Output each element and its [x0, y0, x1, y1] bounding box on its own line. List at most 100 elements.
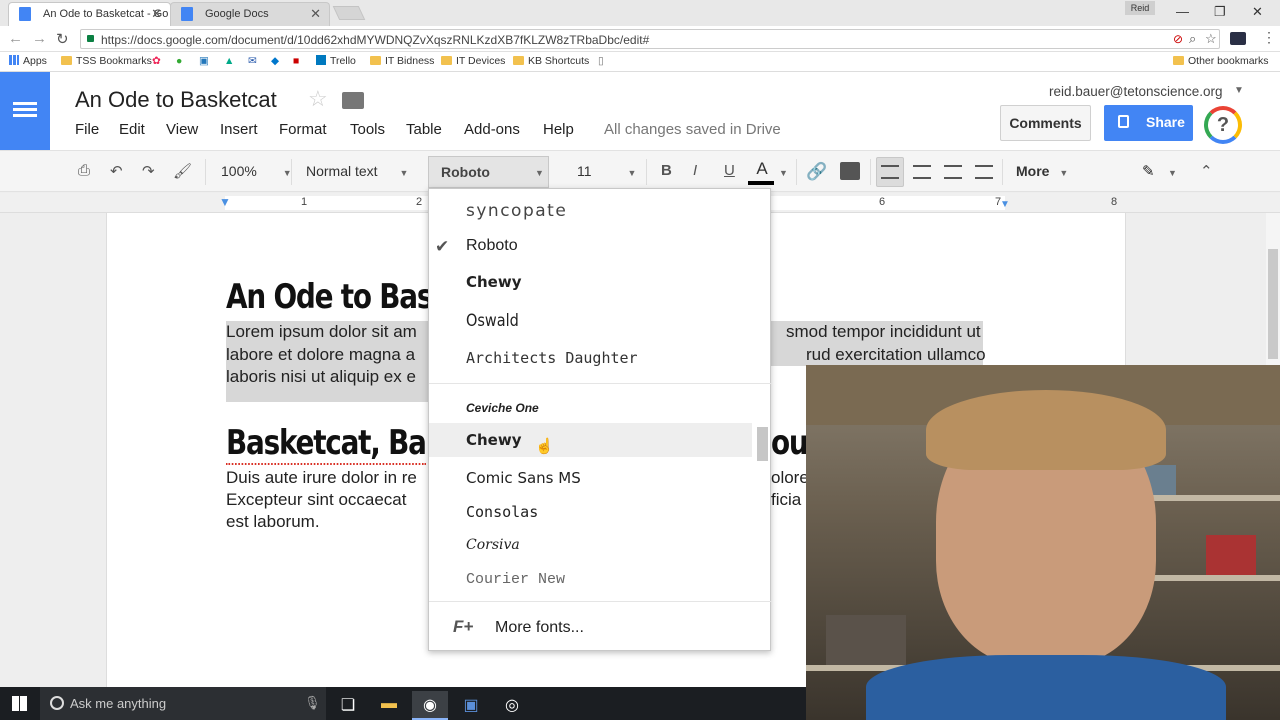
- bookmark-folder[interactable]: IT Bidness: [370, 55, 434, 67]
- account-email[interactable]: reid.bauer@tetonscience.org: [1049, 84, 1223, 99]
- obs-taskbar-icon[interactable]: ◎: [494, 691, 530, 720]
- paragraph-style-select[interactable]: Normal text ▼: [306, 163, 408, 179]
- forward-icon[interactable]: →: [32, 30, 47, 47]
- paragraph-1-line-2[interactable]: labore et dolore magna a: [226, 344, 415, 367]
- align-center-icon[interactable]: [913, 165, 931, 179]
- bookmark-folder[interactable]: KB Shortcuts: [513, 55, 589, 67]
- chevron-down-icon[interactable]: ▼: [1234, 85, 1244, 96]
- bold-button[interactable]: B: [661, 162, 672, 179]
- docs-home-button[interactable]: [0, 72, 50, 150]
- windows-start-icon[interactable]: [12, 696, 27, 711]
- blocked-icon[interactable]: ⊘: [1173, 32, 1183, 46]
- bookmark-icon-4[interactable]: ◆: [271, 55, 279, 67]
- address-bar[interactable]: https://docs.google.com/document/d/10dd6…: [80, 29, 1220, 49]
- font-option-chewy-hovered[interactable]: Chewy: [429, 423, 752, 457]
- comment-icon[interactable]: [840, 162, 860, 180]
- menu-file[interactable]: File: [75, 121, 99, 138]
- font-option-comic-sans[interactable]: Comic Sans MS: [429, 461, 752, 495]
- minimize-icon[interactable]: —: [1176, 4, 1189, 19]
- paragraph-2-line-2[interactable]: Excepteur sint occaecat: [226, 489, 406, 512]
- close-tab-icon[interactable]: ✕: [310, 6, 321, 22]
- page-bookmark-icon[interactable]: ▯: [598, 55, 604, 67]
- browser-tab-active[interactable]: An Ode to Basketcat - Go ✕: [8, 2, 171, 26]
- font-option-consolas[interactable]: Consolas: [429, 495, 752, 529]
- restore-icon[interactable]: ❐: [1214, 4, 1226, 20]
- justify-icon[interactable]: [975, 165, 993, 179]
- menu-view[interactable]: View: [166, 121, 198, 138]
- help-icon[interactable]: ?: [1204, 106, 1242, 144]
- menu-scrollbar-thumb[interactable]: [757, 427, 768, 461]
- paragraph-1-line-1[interactable]: Lorem ipsum dolor sit am: [226, 321, 417, 344]
- star-icon[interactable]: ☆: [308, 86, 328, 112]
- underline-button[interactable]: U: [724, 162, 735, 179]
- chrome-taskbar-icon[interactable]: ◉: [412, 691, 448, 720]
- bookmark-icon-1[interactable]: ✿: [152, 55, 161, 67]
- app-taskbar-icon[interactable]: ▣: [453, 691, 489, 720]
- paragraph-1-line-3[interactable]: laboris nisi ut aliquip ex e: [226, 366, 416, 389]
- menu-insert[interactable]: Insert: [220, 121, 258, 138]
- menu-table[interactable]: Table: [406, 121, 442, 138]
- file-explorer-icon[interactable]: ▬: [371, 691, 407, 720]
- link-icon[interactable]: 🔗: [806, 162, 827, 182]
- menu-addons[interactable]: Add-ons: [464, 121, 520, 138]
- bookmark-icon-3[interactable]: ▣: [199, 55, 209, 67]
- save-status[interactable]: All changes saved in Drive: [604, 121, 781, 138]
- document-heading-2-end[interactable]: ou: [771, 423, 809, 463]
- back-icon[interactable]: ←: [8, 30, 23, 47]
- comments-button[interactable]: Comments: [1000, 105, 1091, 141]
- menu-edit[interactable]: Edit: [119, 121, 145, 138]
- paragraph-2-line-1-end[interactable]: olore: [771, 467, 809, 490]
- scrollbar-thumb[interactable]: [1268, 249, 1278, 359]
- paragraph-2-line-3[interactable]: est laborum.: [226, 511, 320, 534]
- document-title[interactable]: An Ode to Basketcat: [75, 87, 277, 113]
- font-option-syncopate[interactable]: Syncopate: [429, 193, 752, 227]
- bookmark-trello[interactable]: Trello: [316, 55, 356, 67]
- bookmark-apps[interactable]: Apps: [9, 55, 47, 67]
- document-heading-2[interactable]: Basketcat, Ba: [226, 423, 427, 465]
- extension-icon[interactable]: [1230, 32, 1246, 45]
- menu-format[interactable]: Format: [279, 121, 327, 138]
- new-tab-button[interactable]: [332, 6, 366, 20]
- zoom-icon[interactable]: ⌕: [1189, 31, 1196, 47]
- microphone-icon[interactable]: 🎙: [304, 695, 321, 711]
- move-to-folder-icon[interactable]: [342, 92, 364, 109]
- font-option-chewy[interactable]: Chewy: [429, 265, 752, 299]
- more-fonts-button[interactable]: More fonts...: [495, 619, 584, 637]
- share-button[interactable]: Share: [1104, 105, 1193, 141]
- chevron-down-icon[interactable]: ▼: [1168, 168, 1177, 178]
- chrome-menu-icon[interactable]: ⋮: [1262, 29, 1276, 46]
- font-option-oswald[interactable]: Oswald: [435, 303, 710, 337]
- font-option-ceviche-one[interactable]: Ceviche One: [429, 391, 752, 425]
- italic-button[interactable]: I: [693, 162, 697, 179]
- bookmark-folder[interactable]: TSS Bookmarks: [61, 55, 152, 67]
- undo-icon[interactable]: ↶: [110, 162, 123, 180]
- align-left-button[interactable]: [876, 157, 904, 187]
- close-tab-icon[interactable]: ✕: [151, 6, 162, 22]
- drive-bookmark-icon[interactable]: ▲: [224, 55, 234, 67]
- bookmark-folder[interactable]: IT Devices: [441, 55, 505, 67]
- zoom-select[interactable]: 100% ▼: [221, 163, 292, 179]
- paragraph-2-line-2-end[interactable]: ficia: [771, 489, 801, 512]
- profile-badge[interactable]: Reid: [1125, 1, 1155, 15]
- font-option-courier-new[interactable]: Courier New: [429, 563, 752, 597]
- reload-icon[interactable]: ↻: [56, 30, 69, 48]
- paragraph-1-line-1-end[interactable]: smod tempor incididunt ut: [786, 321, 981, 344]
- align-right-icon[interactable]: [944, 165, 962, 179]
- mail-bookmark-icon[interactable]: ✉: [248, 55, 257, 67]
- menu-tools[interactable]: Tools: [350, 121, 385, 138]
- right-indent-marker-icon[interactable]: ▼: [1000, 199, 1010, 210]
- chevron-down-icon[interactable]: ▼: [779, 168, 788, 178]
- print-icon[interactable]: ⎙: [78, 162, 90, 179]
- font-option-architects-daughter[interactable]: Architects Daughter: [429, 341, 752, 375]
- cortana-search-box[interactable]: Ask me anything 🎙: [40, 687, 326, 720]
- paint-format-icon[interactable]: 🖌: [173, 162, 192, 180]
- url-text[interactable]: https://docs.google.com/document/d/10dd6…: [101, 33, 649, 47]
- font-select[interactable]: Roboto ▼: [428, 156, 549, 188]
- font-option-roboto[interactable]: Roboto: [429, 229, 752, 263]
- bookmark-star-icon[interactable]: ☆: [1205, 31, 1217, 47]
- bookmark-icon-5[interactable]: ■: [293, 55, 299, 67]
- collapse-menu-icon[interactable]: ⌃: [1200, 162, 1213, 180]
- indent-marker-icon[interactable]: ▼: [219, 195, 231, 209]
- editing-mode-pencil-icon[interactable]: ✎: [1142, 162, 1155, 180]
- browser-tab[interactable]: Google Docs ✕: [170, 2, 330, 26]
